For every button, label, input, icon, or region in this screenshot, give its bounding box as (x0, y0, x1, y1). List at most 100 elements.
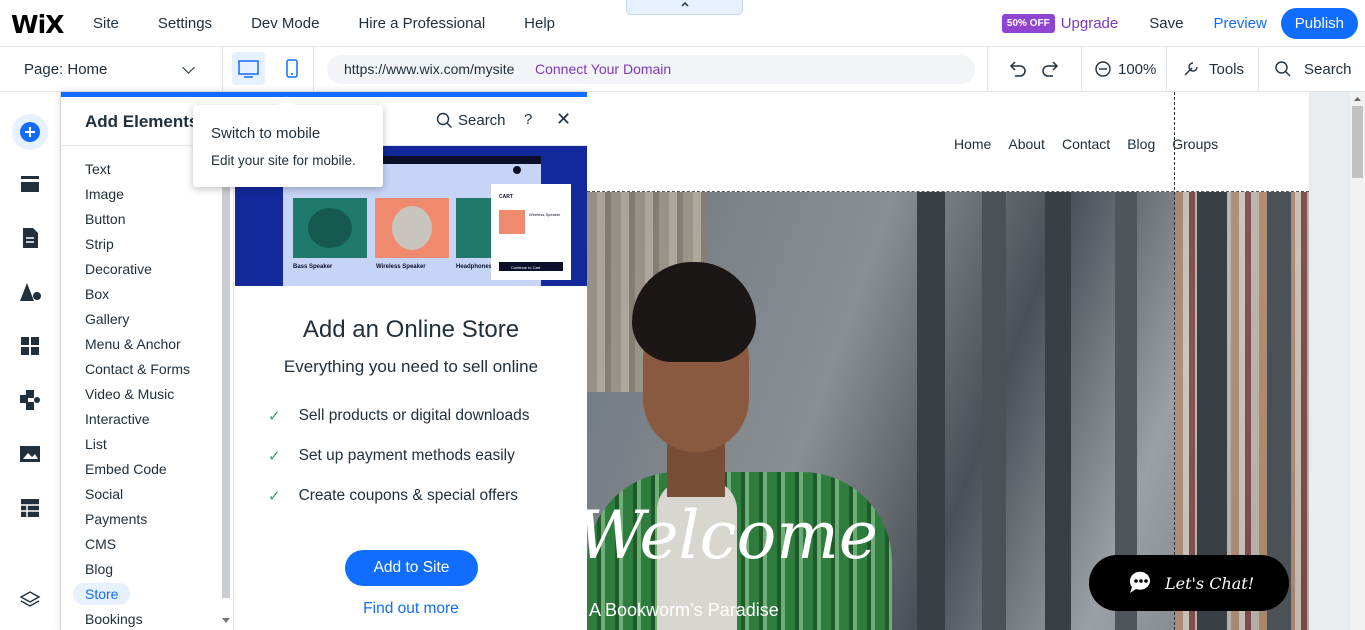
railing (1045, 192, 1071, 630)
desktop-view-button[interactable] (232, 52, 265, 85)
left-rail (0, 92, 61, 630)
theme-icon (20, 283, 41, 301)
site-nav-groups[interactable]: Groups (1172, 136, 1218, 152)
search-icon (436, 112, 452, 128)
category-scrollbar[interactable] (219, 146, 232, 630)
business-apps-button[interactable] (16, 386, 44, 414)
divider (1166, 47, 1167, 92)
chevron-up-icon (680, 1, 689, 7)
scroll-up-icon[interactable] (1350, 93, 1365, 105)
promo-feature-text: Sell products or digital downloads (298, 407, 530, 424)
product-label: Wireless Speaker (376, 264, 426, 270)
category-menu-anchor[interactable]: Menu & Anchor (85, 336, 181, 352)
media-button[interactable] (16, 440, 44, 468)
search-button[interactable]: Search (1274, 60, 1352, 78)
menu-dev-mode[interactable]: Dev Mode (251, 15, 319, 32)
desktop-icon (238, 60, 259, 78)
help-button[interactable]: ? (524, 111, 532, 128)
find-out-more-link[interactable]: Find out more (235, 600, 587, 618)
apps-button[interactable] (16, 332, 44, 360)
category-text[interactable]: Text (85, 161, 111, 177)
chat-label: Let's Chat! (1165, 573, 1255, 593)
pages-button[interactable] (16, 224, 44, 252)
panel-search-button[interactable]: Search (436, 112, 506, 129)
redo-icon (1042, 61, 1059, 77)
category-blog[interactable]: Blog (85, 561, 113, 577)
category-payments[interactable]: Payments (85, 511, 147, 527)
category-social[interactable]: Social (85, 486, 123, 502)
discount-badge[interactable]: 50% OFF (1001, 14, 1055, 33)
wix-logo[interactable]: WiX (11, 10, 64, 39)
layers-button[interactable] (16, 586, 44, 614)
promo-feature-text: Set up payment methods easily (298, 447, 515, 464)
chevron-down-icon (182, 61, 195, 74)
mobile-view-button[interactable] (278, 52, 306, 85)
promo-subtitle: Everything you need to sell online (283, 357, 539, 376)
site-nav-blog[interactable]: Blog (1127, 136, 1155, 152)
zoom-control[interactable]: 100% (1094, 60, 1156, 78)
url-bar[interactable]: https://www.wix.com/mysite Connect Your … (327, 55, 975, 84)
category-cms[interactable]: CMS (85, 536, 116, 552)
panel-accent-bar (61, 92, 587, 97)
add-elements-button[interactable] (12, 114, 48, 150)
category-interactive[interactable]: Interactive (85, 411, 150, 427)
site-nav[interactable]: Home About Contact Blog Groups (954, 136, 1235, 152)
canvas-scrollbar[interactable] (1350, 92, 1365, 630)
category-video-music[interactable]: Video & Music (85, 386, 174, 402)
layers-icon (19, 591, 41, 607)
category-store[interactable]: Store (73, 583, 131, 605)
site-header[interactable]: Home About Contact Blog Groups (587, 92, 1309, 192)
site-canvas[interactable]: Home About Contact Blog Groups Welcome A… (587, 92, 1350, 630)
menu-help[interactable]: Help (524, 15, 555, 32)
mobile-icon (286, 59, 298, 78)
hero-title[interactable]: Welcome (587, 497, 878, 574)
wrench-icon (1184, 62, 1198, 76)
close-icon[interactable]: ✕ (556, 109, 571, 130)
chat-button[interactable]: Let's Chat! (1089, 555, 1289, 611)
scroll-down-icon[interactable] (222, 618, 230, 624)
search-icon (1275, 61, 1291, 77)
category-gallery[interactable]: Gallery (85, 311, 129, 327)
site-nav-about[interactable]: About (1008, 136, 1045, 152)
check-icon: ✓ (268, 408, 281, 425)
cms-button[interactable] (16, 494, 44, 522)
publish-button[interactable]: Publish (1280, 8, 1358, 39)
category-contact-forms[interactable]: Contact & Forms (85, 361, 190, 377)
category-embed-code[interactable]: Embed Code (85, 461, 167, 477)
undo-button[interactable] (1005, 58, 1029, 85)
cart-item-label: Wireless Speaker (529, 212, 561, 217)
scrollbar-thumb[interactable] (222, 152, 230, 598)
table-icon (21, 499, 39, 517)
site-nav-contact[interactable]: Contact (1062, 136, 1110, 152)
preview-button[interactable]: Preview (1213, 15, 1266, 32)
menu-settings[interactable]: Settings (158, 15, 212, 32)
scrollbar-thumb[interactable] (1352, 106, 1363, 178)
category-list[interactable]: List (85, 436, 107, 452)
add-to-site-button[interactable]: Add to Site (345, 550, 478, 586)
redo-button[interactable] (1039, 58, 1063, 85)
promo-feature-text: Create coupons & special offers (298, 487, 518, 504)
category-decorative[interactable]: Decorative (85, 261, 152, 277)
page-selector[interactable]: Page: Home (0, 47, 223, 92)
menu-hire-professional[interactable]: Hire a Professional (358, 15, 485, 32)
promo-title: Add an Online Store (302, 316, 520, 343)
sections-button[interactable] (16, 170, 44, 198)
category-box[interactable]: Box (85, 286, 109, 302)
design-button[interactable] (16, 278, 44, 306)
page-icon (23, 228, 38, 248)
menu-site[interactable]: Site (93, 15, 119, 32)
site-nav-home[interactable]: Home (954, 136, 991, 152)
category-button[interactable]: Button (85, 211, 125, 227)
top-menu: Site Settings Dev Mode Hire a Profession… (93, 0, 594, 47)
connect-domain-link[interactable]: Connect Your Domain (535, 61, 671, 77)
top-actions: 50% OFF Upgrade Save Preview Publish (1001, 0, 1365, 47)
collapse-toolbar-tab[interactable] (626, 0, 743, 15)
upgrade-link[interactable]: Upgrade (1061, 15, 1119, 32)
save-button[interactable]: Save (1149, 15, 1183, 32)
category-image[interactable]: Image (85, 186, 124, 202)
sections-icon (21, 176, 39, 192)
category-bookings[interactable]: Bookings (85, 611, 143, 627)
tools-button[interactable]: Tools (1182, 60, 1244, 78)
hero-tagline[interactable]: A Bookworm’s Paradise (589, 600, 779, 621)
category-strip[interactable]: Strip (85, 236, 114, 252)
